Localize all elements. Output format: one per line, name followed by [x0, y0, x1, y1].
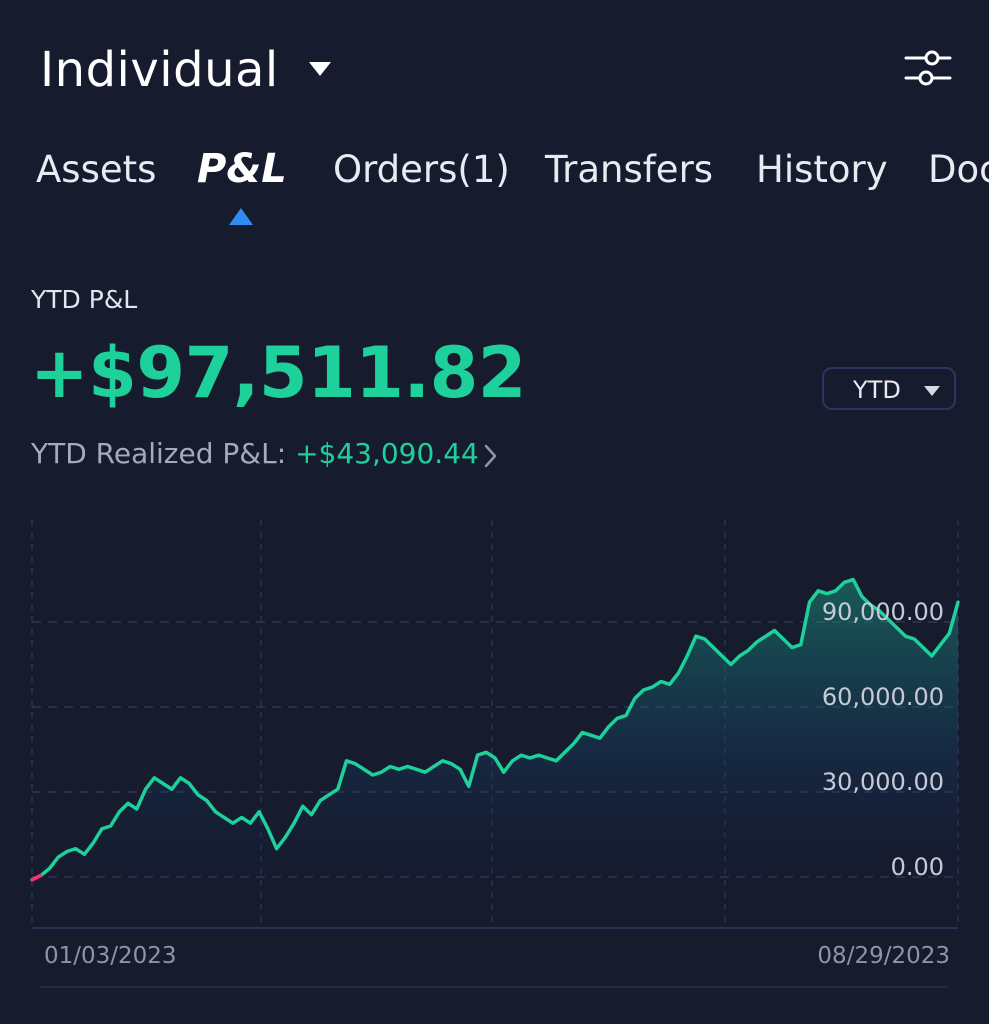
x-tick-label-end: 08/29/2023 — [817, 943, 950, 969]
period-value: YTD — [853, 376, 901, 404]
y-tick-label: 30,000.00 — [822, 768, 944, 796]
tab-orders[interactable]: Orders(1) — [333, 148, 510, 191]
y-tick-label: 60,000.00 — [822, 683, 944, 711]
pl-line-negative — [30, 873, 43, 882]
x-tick-label-start: 01/03/2023 — [44, 943, 177, 969]
tab-assets[interactable]: Assets — [36, 148, 156, 191]
realized-pl-label: YTD Realized P&L: — [31, 437, 296, 470]
ytd-pl-label: YTD P&L — [31, 285, 138, 314]
ytd-pl-value: +$97,511.82 — [30, 332, 526, 414]
tab-documents[interactable]: Doc — [928, 148, 989, 191]
realized-pl-row[interactable]: YTD Realized P&L: +$43,090.44 — [31, 437, 479, 470]
tab-pl[interactable]: P&L — [197, 146, 287, 192]
chevron-right-icon[interactable] — [481, 443, 501, 469]
pl-area-fill — [32, 579, 958, 880]
active-tab-indicator — [229, 208, 253, 225]
tab-transfers[interactable]: Transfers — [545, 148, 713, 191]
caret-down-icon[interactable] — [309, 62, 331, 76]
account-header: Individual — [0, 0, 989, 140]
tab-history[interactable]: History — [756, 148, 888, 191]
pl-chart[interactable]: 90,000.00 60,000.00 30,000.00 0.00 01/03/202… — [0, 500, 989, 1000]
caret-down-icon — [924, 386, 940, 396]
y-tick-label: 90,000.00 — [822, 598, 944, 626]
y-tick-label: 0.00 — [891, 853, 944, 881]
period-dropdown[interactable]: YTD — [822, 367, 956, 410]
account-name[interactable]: Individual — [40, 42, 279, 98]
sliders-icon[interactable] — [904, 48, 952, 88]
realized-pl-value: +$43,090.44 — [295, 437, 479, 470]
pl-chart-svg: 90,000.00 60,000.00 30,000.00 0.00 01/03/202… — [30, 520, 960, 988]
account-tabs: Assets P&L Orders(1) Transfers History D… — [0, 140, 989, 230]
